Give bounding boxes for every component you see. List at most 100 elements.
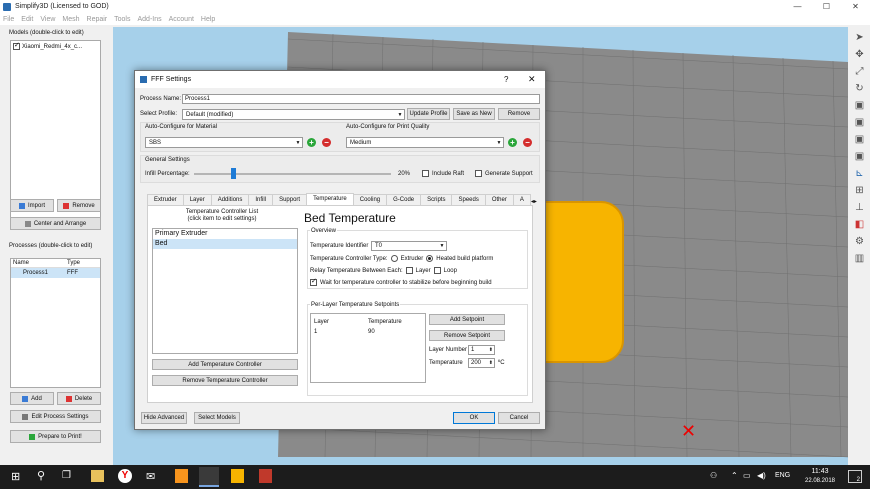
layers-icon[interactable]: ▥ (852, 252, 867, 265)
remove-temp-controller-button[interactable]: Remove Temperature Controller (152, 375, 298, 386)
spinner-arrows-icon[interactable]: ⬍ (489, 360, 494, 366)
remove-quality-button[interactable]: − (523, 138, 532, 147)
tab-infill[interactable]: Infill (248, 194, 274, 205)
rotate-icon[interactable]: ↻ (852, 82, 867, 95)
remove-material-button[interactable]: − (322, 138, 331, 147)
infill-slider-thumb[interactable] (231, 168, 237, 179)
import-button[interactable]: Import (10, 199, 54, 212)
menu-file[interactable]: File (3, 16, 14, 23)
delete-process-button[interactable]: Delete (57, 392, 101, 405)
wait-checkbox[interactable]: ✓ (310, 278, 317, 286)
app-icon-yellow[interactable] (231, 469, 244, 483)
temperature-spinner[interactable]: 200 ⬍ (468, 358, 495, 368)
pointer-icon[interactable]: ➤ (852, 31, 867, 44)
tab-additions[interactable]: Additions (210, 194, 250, 205)
infill-slider-track[interactable] (194, 173, 391, 175)
menu-mesh[interactable]: Mesh (62, 16, 79, 23)
windows-start-icon[interactable]: ⊞ (11, 470, 20, 483)
file-explorer-icon[interactable] (91, 470, 104, 482)
update-profile-button[interactable]: Update Profile (407, 108, 450, 120)
add-material-button[interactable]: + (307, 138, 316, 147)
close-button[interactable]: ✕ (841, 0, 870, 13)
add-quality-button[interactable]: + (508, 138, 517, 147)
ok-button[interactable]: OK (453, 412, 495, 424)
tab-other[interactable]: Other (484, 194, 514, 205)
app-icon-red[interactable] (259, 469, 272, 483)
tab-temperature[interactable]: Temperature (306, 193, 354, 205)
measure-icon[interactable]: ⊥ (852, 201, 867, 214)
menu-account[interactable]: Account (169, 16, 194, 23)
tab-scripts[interactable]: Scripts (420, 194, 453, 205)
controller-bed[interactable]: Bed (153, 239, 297, 249)
generate-support-option[interactable]: Generate Support (475, 170, 533, 177)
tray-chevron-icon[interactable]: ⌃ (731, 471, 738, 480)
menu-repair[interactable]: Repair (87, 16, 108, 23)
remove-profile-button[interactable]: Remove (498, 108, 540, 120)
heated-platform-radio[interactable] (426, 255, 434, 262)
minimize-button[interactable]: — (783, 0, 812, 13)
remove-setpoint-button[interactable]: Remove Setpoint (429, 330, 505, 341)
identifier-select[interactable]: T0 ▼ (371, 241, 447, 251)
view-front-icon[interactable]: ▣ (852, 133, 867, 146)
menu-help[interactable]: Help (201, 16, 215, 23)
view-top-icon[interactable]: ▣ (852, 116, 867, 129)
include-raft-option[interactable]: Include Raft (422, 170, 464, 177)
center-arrange-button[interactable]: Center and Arrange (10, 217, 101, 230)
process-row[interactable]: Process1 FFF (11, 268, 100, 278)
axes-icon[interactable]: ⊾ (852, 167, 867, 180)
models-list[interactable]: ✓ Xiaomi_Redmi_4x_c... (10, 40, 101, 222)
view-side-icon[interactable]: ▣ (852, 150, 867, 163)
setpoints-table[interactable]: Layer Temperature 1 90 (310, 313, 426, 383)
save-as-new-button[interactable]: Save as New (453, 108, 495, 120)
view-iso-icon[interactable]: ▣ (852, 99, 867, 112)
model-item[interactable]: ✓ Xiaomi_Redmi_4x_c... (13, 42, 100, 50)
language-indicator[interactable]: ENG (775, 472, 790, 479)
simplify3d-taskbar-icon[interactable] (199, 467, 219, 487)
hide-advanced-button[interactable]: Hide Advanced (141, 412, 187, 424)
select-models-button[interactable]: Select Models (194, 412, 240, 424)
mail-icon[interactable]: ✉ (146, 470, 155, 483)
move-icon[interactable]: ✥ (852, 48, 867, 61)
generate-support-checkbox[interactable] (475, 170, 482, 177)
menu-add-ins[interactable]: Add-Ins (137, 16, 161, 23)
scale-icon[interactable]: ⤢ (852, 65, 867, 78)
help-button[interactable]: ? (504, 75, 508, 84)
material-select[interactable]: SBS ▼ (145, 137, 303, 148)
clock-date[interactable]: 22.08.2018 (800, 478, 840, 484)
edit-process-settings-button[interactable]: Edit Process Settings (10, 410, 101, 423)
processes-list[interactable]: Name Type Process1 FFF (10, 258, 101, 388)
relay-loop-checkbox[interactable] (433, 267, 441, 274)
volume-icon[interactable]: ◀) (757, 471, 766, 480)
process-name-input[interactable]: Process1 (182, 94, 540, 104)
add-temp-controller-button[interactable]: Add Temperature Controller (152, 359, 298, 370)
model-checkbox[interactable]: ✓ (13, 42, 20, 50)
extruder-radio[interactable] (390, 255, 398, 262)
relay-layer-checkbox[interactable] (405, 267, 413, 274)
notifications-icon[interactable]: 2 (848, 470, 862, 483)
spinner-arrows-icon[interactable]: ⬍ (489, 347, 494, 353)
tab-cooling[interactable]: Cooling (352, 194, 388, 205)
quality-select[interactable]: Medium ▼ (346, 137, 504, 148)
add-process-button[interactable]: Add (10, 392, 54, 405)
menu-edit[interactable]: Edit (21, 16, 33, 23)
remove-model-button[interactable]: Remove (57, 199, 101, 212)
tab-scroll-arrows[interactable]: ◂▸ (531, 198, 537, 205)
menu-view[interactable]: View (40, 16, 55, 23)
tab-speeds[interactable]: Speeds (451, 194, 486, 205)
yandex-browser-icon[interactable]: Y (118, 469, 132, 483)
cancel-button[interactable]: Cancel (498, 412, 540, 424)
tab-extruder[interactable]: Extruder (147, 194, 184, 205)
include-raft-checkbox[interactable] (422, 170, 429, 177)
people-icon[interactable]: ⚇ (710, 471, 717, 480)
layer-number-spinner[interactable]: 1 ⬍ (468, 345, 495, 355)
section-icon[interactable]: ⊞ (852, 184, 867, 197)
dialog-close-button[interactable]: ✕ (528, 74, 536, 85)
maximize-button[interactable]: ☐ (812, 0, 841, 13)
task-view-icon[interactable]: ❐ (62, 470, 71, 481)
tab-gcode[interactable]: G-Code (386, 194, 422, 205)
setpoint-row[interactable]: 1 90 (311, 327, 425, 337)
clock-time[interactable]: 11:43 (800, 468, 840, 475)
cut-icon[interactable]: ◧ (852, 218, 867, 231)
controller-primary-extruder[interactable]: Primary Extruder (153, 229, 297, 239)
gear-icon[interactable]: ⚙ (852, 235, 867, 248)
